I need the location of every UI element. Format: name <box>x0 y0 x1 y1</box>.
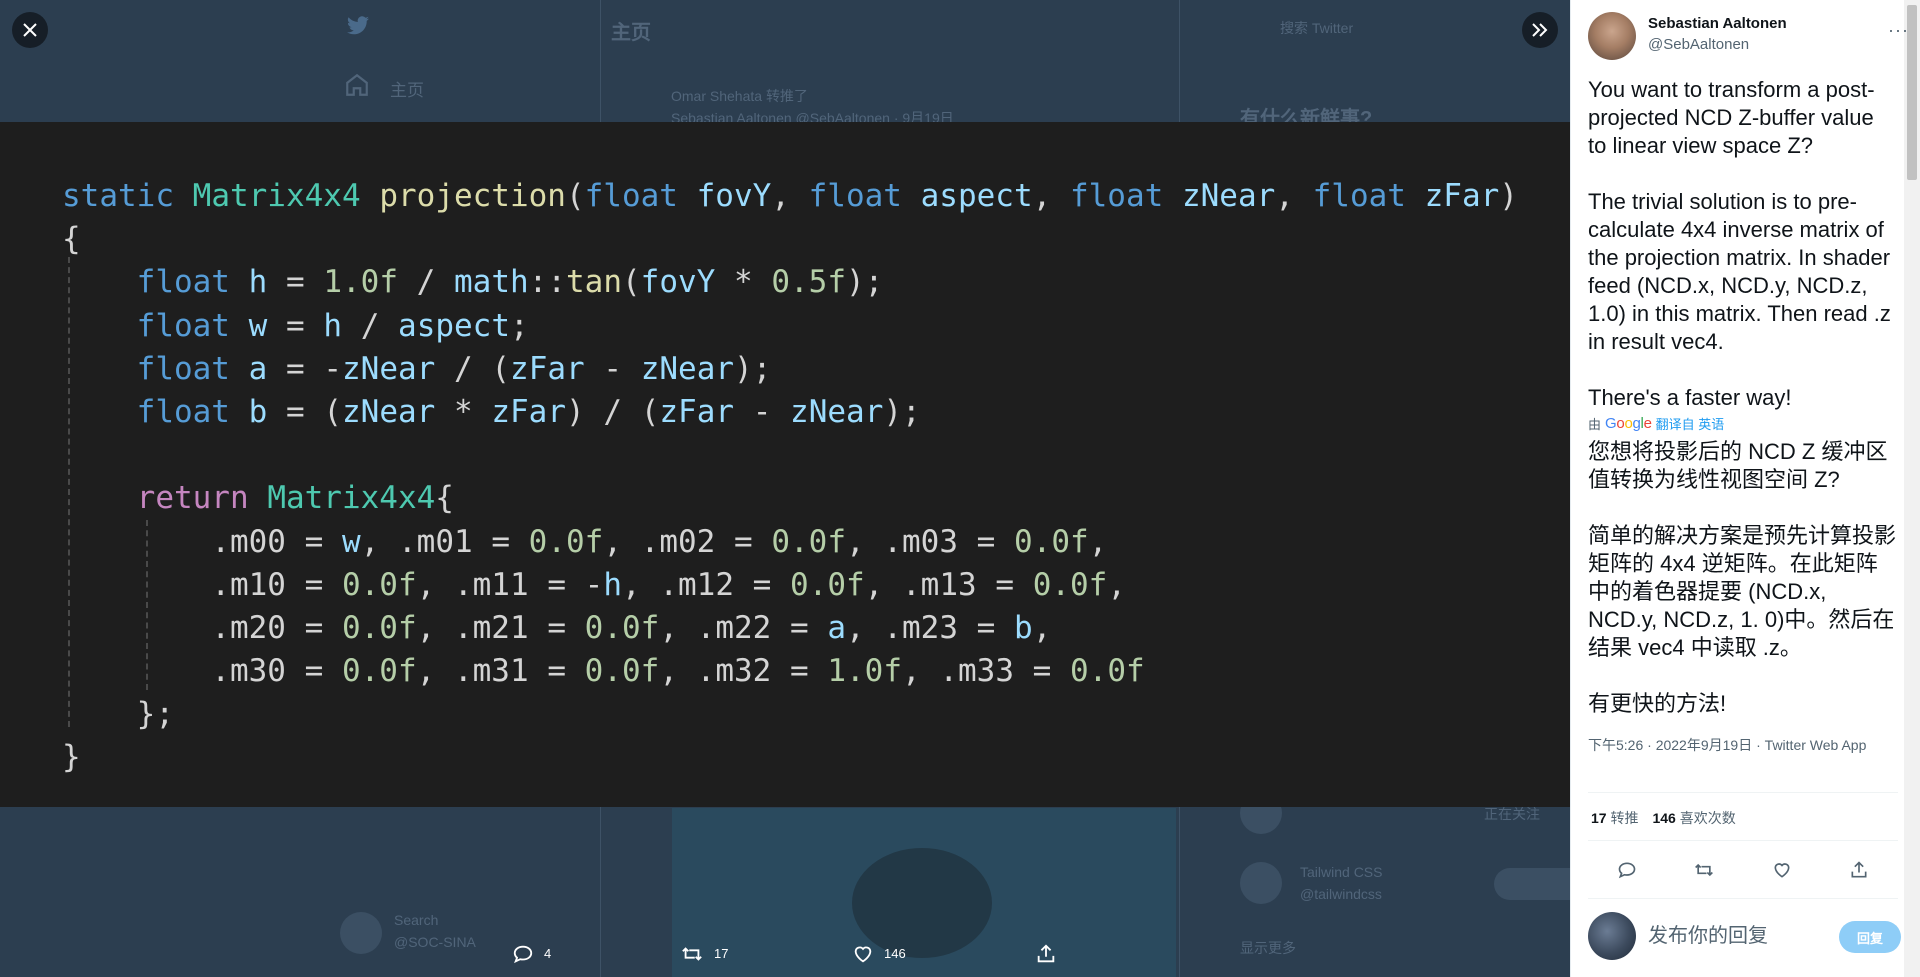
code-line: .m00 = w, .m01 = 0.0f, .m02 = 0.0f, .m03… <box>211 523 1108 560</box>
tweet-panel: Sebastian Aaltonen @SebAaltonen ··· You … <box>1570 0 1920 977</box>
divider <box>1588 792 1898 793</box>
bg-retweeted-by: Omar Shehata 转推了 <box>671 88 808 104</box>
media-action-bar: 4 17 146 <box>0 930 1570 977</box>
reply-icon <box>513 945 533 963</box>
bg-feed-title: 主页 <box>611 22 651 44</box>
bg-following: 正在关注 <box>1484 806 1540 822</box>
translated-text: 您想将投影后的 NCD Z 缓冲区值转换为线性视图空间 Z? 简单的解决方案是预… <box>1588 438 1898 718</box>
home-icon <box>346 73 368 96</box>
tweet-date[interactable]: 2022年9月19日 <box>1656 737 1753 753</box>
reply-submit-button[interactable]: 回复 <box>1839 921 1901 953</box>
tweet-paragraph: There's a faster way! <box>1588 385 1792 410</box>
code-line: float b = (zNear * zFar) / (zFar - zNear… <box>136 393 921 430</box>
retweet-icon <box>1695 863 1714 877</box>
code-line: float w = h / aspect; <box>136 307 529 344</box>
heart-icon <box>854 946 872 962</box>
tweet-source[interactable]: Twitter Web App <box>1765 737 1867 753</box>
google-logo: Google <box>1605 415 1652 432</box>
close-button[interactable] <box>12 12 48 48</box>
author-name[interactable]: Sebastian Aaltonen <box>1648 15 1787 32</box>
tweet-timestamp: 下午5:26 · 2022年9月19日 · Twitter Web App <box>1588 737 1867 753</box>
code-block: static Matrix4x4 projection(float fovY, … <box>62 175 1570 780</box>
author-avatar[interactable] <box>1588 12 1636 60</box>
tweet-paragraph: The trivial solution is to pre-calculate… <box>1588 189 1891 354</box>
like-button[interactable] <box>1767 855 1797 885</box>
code-line: .m20 = 0.0f, .m21 = 0.0f, .m22 = a, .m23… <box>211 609 1052 646</box>
reply-composer: 回复 <box>1588 912 1901 964</box>
translated-paragraph: 简单的解决方案是预先计算投影矩阵的 4x4 逆矩阵。在此矩阵中的着色器提要 (N… <box>1588 523 1897 660</box>
bg-suggest-avatar-2 <box>1240 862 1282 904</box>
translated-paragraph: 有更快的方法! <box>1588 691 1727 716</box>
double-chevron-right-icon <box>1532 23 1548 37</box>
author-handle[interactable]: @SebAaltonen <box>1648 36 1749 53</box>
tweet-time[interactable]: 下午5:26 <box>1588 737 1643 753</box>
retweets-stat[interactable]: 17 转推 <box>1591 808 1638 828</box>
bg-suggest-handle: @tailwindcss <box>1300 886 1382 902</box>
like-action[interactable]: 146 <box>852 930 906 977</box>
code-line: static Matrix4x4 projection(float fovY, … <box>62 178 1518 214</box>
share-icon <box>1037 943 1055 962</box>
heart-icon <box>1774 863 1790 878</box>
translate-prefix: 由 <box>1588 417 1602 432</box>
reply-action[interactable]: 4 <box>512 930 551 977</box>
code-line: }; <box>136 696 174 733</box>
retweet-button[interactable] <box>1689 855 1719 885</box>
divider <box>1588 898 1898 899</box>
more-options-icon[interactable]: ··· <box>1888 20 1909 41</box>
reply-input[interactable] <box>1648 920 1818 952</box>
bg-search: 搜索 Twitter <box>1280 20 1354 36</box>
bg-follow-pill <box>1494 868 1570 900</box>
code-line: float a = -zNear / (zFar - zNear); <box>136 350 772 387</box>
toggle-panel-button[interactable] <box>1522 12 1558 48</box>
tweet-paragraph: You want to transform a post-projected N… <box>1588 77 1875 158</box>
current-user-avatar[interactable] <box>1588 912 1636 960</box>
tweet-actions <box>1588 855 1898 885</box>
bg-suggest-name: Tailwind CSS <box>1300 864 1383 880</box>
bg-nav-home: 主页 <box>390 81 424 100</box>
code-line: { <box>62 221 81 258</box>
share-icon <box>1851 861 1867 878</box>
like-count: 146 <box>884 946 906 961</box>
likes-stat[interactable]: 146 喜欢次数 <box>1652 808 1735 828</box>
retweet-count: 17 <box>714 946 729 961</box>
tweet-author: Sebastian Aaltonen @SebAaltonen ··· <box>1588 12 1908 64</box>
retweet-icon <box>682 946 702 961</box>
translation-attribution: 由 Google 翻译自 英语 <box>1588 414 1724 433</box>
tweet-stats: 17 转推 146 喜欢次数 <box>1591 808 1736 828</box>
panel-scrollbar[interactable] <box>1904 0 1920 977</box>
close-icon <box>23 23 37 37</box>
translate-source-link[interactable]: 翻译自 英语 <box>1656 414 1725 433</box>
tweet-text: You want to transform a post-projected N… <box>1588 76 1898 412</box>
divider <box>1588 840 1898 841</box>
bg-bottom-user: Search <box>394 912 439 928</box>
translated-paragraph: 您想将投影后的 NCD Z 缓冲区值转换为线性视图空间 Z? <box>1588 439 1888 492</box>
share-action[interactable] <box>1035 930 1057 977</box>
code-line: .m10 = 0.0f, .m11 = -h, .m12 = 0.0f, .m1… <box>211 566 1127 603</box>
code-line: float h = 1.0f / math::tan(fovY * 0.5f); <box>136 264 884 301</box>
share-button[interactable] <box>1844 855 1874 885</box>
reply-button[interactable] <box>1612 855 1642 885</box>
twitter-logo-icon <box>347 16 369 35</box>
code-line: return Matrix4x4{ <box>136 480 454 517</box>
retweet-action[interactable]: 17 <box>680 930 728 977</box>
code-line: } <box>62 739 81 776</box>
reply-icon <box>1618 862 1636 879</box>
reply-count: 4 <box>544 946 552 961</box>
code-line: .m30 = 0.0f, .m31 = 0.0f, .m32 = 1.0f, .… <box>211 653 1145 690</box>
